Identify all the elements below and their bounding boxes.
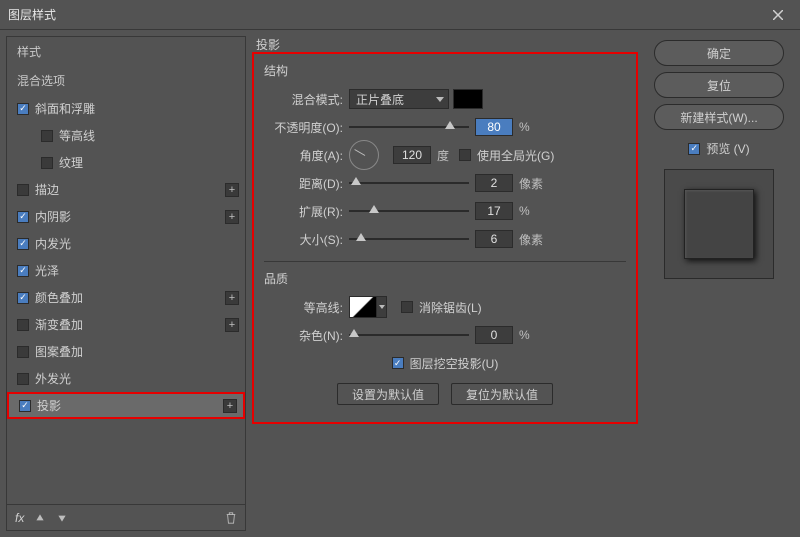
ok-button[interactable]: 确定 [654,40,784,66]
contour-dropdown[interactable] [377,296,387,318]
noise-slider[interactable] [349,325,469,345]
new-style-button[interactable]: 新建样式(W)... [654,104,784,130]
add-effect-button[interactable]: + [225,183,239,197]
close-icon [773,10,783,20]
style-item-color-overlay[interactable]: 颜色叠加+ [7,284,245,311]
size-slider[interactable] [349,229,469,249]
contour-picker[interactable] [349,296,377,318]
preview-box [664,169,774,279]
opacity-slider[interactable] [349,117,469,137]
style-item-texture[interactable]: 纹理 [7,149,245,176]
style-item-inner-shadow[interactable]: 内阴影+ [7,203,245,230]
shadow-color-swatch[interactable] [453,89,483,109]
divider [264,261,626,262]
arrow-up-icon[interactable] [34,512,46,524]
size-input[interactable] [475,230,513,248]
blend-mode-row: 混合模式: 正片叠底 [264,85,626,113]
chevron-down-icon [436,97,444,102]
angle-dial[interactable] [349,140,379,170]
close-button[interactable] [764,1,792,29]
style-list: 斜面和浮雕 等高线 纹理 描边+ 内阴影+ 内发光 光泽 颜色叠加+ 渐变叠加+… [7,95,245,504]
styles-header: 样式 [7,37,245,66]
style-item-outer-glow[interactable]: 外发光 [7,365,245,392]
spread-input[interactable] [475,202,513,220]
settings-panel: 投影 结构 混合模式: 正片叠底 不透明度(O): % 角度(A): 度 使用全… [252,36,638,531]
checkbox-icon[interactable] [17,211,29,223]
reset-default-button[interactable]: 复位为默认值 [451,383,553,405]
preview-checkbox[interactable] [688,143,700,155]
structure-title: 结构 [264,62,626,79]
checkbox-icon[interactable] [17,265,29,277]
size-row: 大小(S): 像素 [264,225,626,253]
style-item-inner-glow[interactable]: 内发光 [7,230,245,257]
sidebar-footer: fx [7,504,245,530]
knockout-checkbox[interactable] [392,357,404,369]
drop-shadow-settings: 结构 混合模式: 正片叠底 不透明度(O): % 角度(A): 度 使用全局光(… [252,52,638,424]
action-panel: 确定 复位 新建样式(W)... 预览 (V) [644,36,794,531]
style-item-contour[interactable]: 等高线 [7,122,245,149]
title-bar: 图层样式 [0,0,800,30]
checkbox-icon[interactable] [19,400,31,412]
window-title: 图层样式 [8,6,56,23]
opacity-input[interactable] [475,118,513,136]
default-buttons: 设置为默认值 复位为默认值 [264,383,626,405]
checkbox-icon[interactable] [17,103,29,115]
styles-sidebar: 样式 混合选项 斜面和浮雕 等高线 纹理 描边+ 内阴影+ 内发光 光泽 颜色叠… [6,36,246,531]
arrow-down-icon[interactable] [56,512,68,524]
cancel-button[interactable]: 复位 [654,72,784,98]
antialias-checkbox[interactable] [401,301,413,313]
opacity-row: 不透明度(O): % [264,113,626,141]
add-effect-button[interactable]: + [223,399,237,413]
style-item-pattern-overlay[interactable]: 图案叠加 [7,338,245,365]
distance-row: 距离(D): 像素 [264,169,626,197]
style-item-satin[interactable]: 光泽 [7,257,245,284]
spread-slider[interactable] [349,201,469,221]
distance-slider[interactable] [349,173,469,193]
add-effect-button[interactable]: + [225,318,239,332]
checkbox-icon[interactable] [41,157,53,169]
preview-toggle-row: 预览 (V) [688,140,749,157]
style-item-stroke[interactable]: 描边+ [7,176,245,203]
checkbox-icon[interactable] [17,238,29,250]
blend-options-item[interactable]: 混合选项 [7,66,245,95]
angle-input[interactable] [393,146,431,164]
noise-input[interactable] [475,326,513,344]
style-item-gradient-overlay[interactable]: 渐变叠加+ [7,311,245,338]
checkbox-icon[interactable] [17,184,29,196]
noise-row: 杂色(N): % [264,321,626,349]
checkbox-icon[interactable] [17,319,29,331]
add-effect-button[interactable]: + [225,210,239,224]
add-effect-button[interactable]: + [225,291,239,305]
knockout-row: 图层挖空投影(U) [264,349,626,377]
contour-row: 等高线: 消除锯齿(L) [264,293,626,321]
style-item-drop-shadow[interactable]: 投影+ [7,392,245,419]
blend-mode-dropdown[interactable]: 正片叠底 [349,89,449,109]
trash-icon[interactable] [225,512,237,524]
distance-input[interactable] [475,174,513,192]
global-light-checkbox[interactable] [459,149,471,161]
preview-swatch [684,189,754,259]
style-item-bevel[interactable]: 斜面和浮雕 [7,95,245,122]
checkbox-icon[interactable] [17,292,29,304]
checkbox-icon[interactable] [17,373,29,385]
fx-icon[interactable]: fx [15,511,24,525]
make-default-button[interactable]: 设置为默认值 [337,383,439,405]
checkbox-icon[interactable] [41,130,53,142]
quality-title: 品质 [264,270,626,287]
angle-row: 角度(A): 度 使用全局光(G) [264,141,626,169]
checkbox-icon[interactable] [17,346,29,358]
spread-row: 扩展(R): % [264,197,626,225]
